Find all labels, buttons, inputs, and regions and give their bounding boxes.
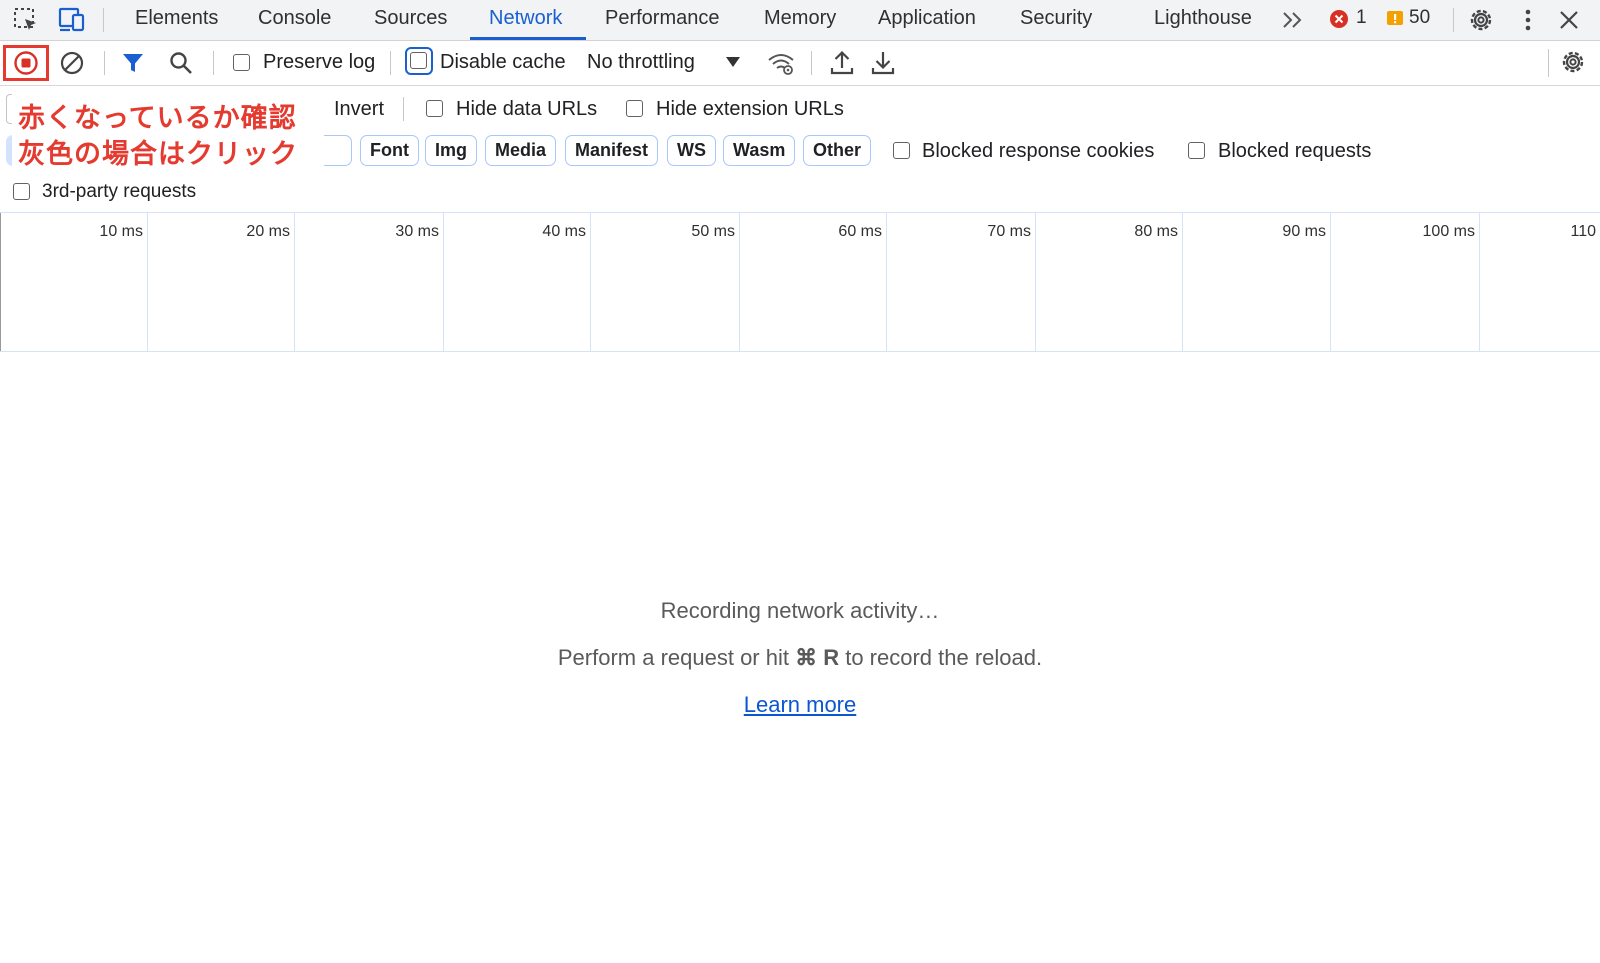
timeline-tick: [1479, 213, 1480, 351]
timeline-tick-label: 10 ms: [99, 223, 143, 240]
timeline-tick-label: 40 ms: [542, 223, 586, 240]
tab-security[interactable]: Security: [1020, 0, 1092, 40]
timeline-tick: [590, 213, 591, 351]
chip-other[interactable]: Other: [803, 135, 872, 166]
tab-memory[interactable]: Memory: [764, 0, 836, 40]
filter-icon[interactable]: [121, 51, 145, 75]
timeline-tick: [1035, 213, 1036, 351]
chip-ws[interactable]: WS: [667, 135, 716, 166]
timeline-tick-label: 100 ms: [1422, 223, 1475, 240]
chip-manifest[interactable]: Manifest: [565, 135, 659, 166]
disable-cache-checkbox[interactable]: [410, 52, 427, 69]
timeline-tick: [294, 213, 295, 351]
timeline-tick: [1182, 213, 1183, 351]
tab-application[interactable]: Application: [878, 0, 976, 40]
annotation-line-1: 赤くなっているか確認: [18, 103, 297, 133]
throttling-select[interactable]: No throttling: [587, 51, 695, 74]
invert-label[interactable]: Invert: [334, 98, 384, 121]
network-toolbar: Preserve log Disable cache No throttling: [0, 41, 1600, 86]
clear-icon[interactable]: [59, 50, 85, 76]
tab-network[interactable]: Network: [489, 0, 562, 40]
network-conditions-icon[interactable]: [766, 49, 796, 77]
network-settings-gear-icon[interactable]: [1558, 47, 1588, 77]
disable-cache-label: Disable cache: [440, 51, 566, 73]
timeline-tick: [1330, 213, 1331, 351]
empty-state-hint-text: Perform a request or hit: [557, 645, 796, 670]
inspect-element-icon[interactable]: [12, 6, 40, 34]
timeline-tick: [147, 213, 148, 351]
third-party-requests-label: 3rd-party requests: [42, 181, 197, 202]
preserve-log-checkbox[interactable]: [233, 54, 250, 71]
search-icon[interactable]: [168, 50, 194, 76]
tab-elements[interactable]: Elements: [135, 0, 218, 40]
reload-shortcut-key: ⌘ R: [795, 645, 840, 670]
device-toolbar-icon[interactable]: [58, 6, 88, 34]
blocked-requests-label: Blocked requests: [1218, 140, 1372, 162]
close-icon[interactable]: [1556, 7, 1582, 33]
tab-lighthouse[interactable]: Lighthouse: [1154, 0, 1252, 40]
timeline-tick: [0, 213, 1, 351]
settings-gear-icon[interactable]: [1466, 5, 1496, 35]
timeline-tick-label: 90 ms: [1282, 223, 1326, 240]
dropdown-arrow-icon[interactable]: [725, 56, 741, 68]
error-count[interactable]: 1: [1356, 0, 1367, 40]
devtools-tab-bar: Elements Console Sources Network Perform…: [0, 0, 1600, 41]
empty-state-hint-text-end: to record the reload.: [839, 645, 1043, 670]
active-tab-indicator: [470, 37, 586, 40]
timeline-tick-label: 30 ms: [395, 223, 439, 240]
tab-sources[interactable]: Sources: [374, 0, 447, 40]
import-har-upload-icon[interactable]: [829, 49, 855, 77]
learn-more-link[interactable]: Learn more: [744, 692, 857, 717]
timeline-tick-label: 20 ms: [246, 223, 290, 240]
export-har-download-icon[interactable]: [870, 49, 896, 77]
tab-console[interactable]: Console: [258, 0, 331, 40]
empty-state-hint: Perform a request or hit ⌘ R to record t…: [0, 645, 1600, 671]
hide-extension-urls-label: Hide extension URLs: [656, 98, 844, 120]
timeline-tick: [886, 213, 887, 351]
chip-wasm[interactable]: Wasm: [723, 135, 796, 166]
kebab-menu-icon[interactable]: [1518, 6, 1538, 34]
record-button[interactable]: [13, 50, 39, 76]
preserve-log-label: Preserve log: [263, 51, 376, 73]
empty-state-title: Recording network activity…: [660, 598, 940, 623]
chip-img[interactable]: Img: [425, 135, 478, 166]
timeline-tick-label: 60 ms: [838, 223, 882, 240]
blocked-response-cookies-checkbox[interactable]: [893, 142, 910, 159]
more-tabs-chevron-icon[interactable]: [1280, 8, 1306, 32]
blocked-response-cookies-label: Blocked response cookies: [922, 140, 1155, 162]
annotation-line-2: 灰色の場合はクリック: [18, 139, 298, 169]
hide-extension-urls-checkbox[interactable]: [626, 100, 643, 117]
warning-count[interactable]: 50: [1409, 0, 1430, 40]
timeline-tick-label: 50 ms: [691, 223, 735, 240]
timeline-overview[interactable]: 10 ms 20 ms 30 ms 40 ms 50 ms 60 ms 70 m…: [0, 212, 1600, 352]
hide-data-urls-checkbox[interactable]: [426, 100, 443, 117]
timeline-tick: [739, 213, 740, 351]
blocked-requests-checkbox[interactable]: [1188, 142, 1205, 159]
chip-media[interactable]: Media: [485, 135, 557, 166]
third-party-requests-checkbox[interactable]: [13, 183, 30, 200]
hide-data-urls-label: Hide data URLs: [456, 98, 598, 120]
timeline-tick-label: 70 ms: [987, 223, 1031, 240]
warning-icon[interactable]: [1386, 10, 1404, 28]
empty-state-link-row: Learn more: [0, 692, 1600, 718]
timeline-tick-label: 110: [1570, 223, 1596, 240]
timeline-tick: [443, 213, 444, 351]
tab-performance[interactable]: Performance: [605, 0, 720, 40]
timeline-tick-label: 80 ms: [1134, 223, 1178, 240]
chip-font[interactable]: Font: [360, 135, 419, 166]
error-icon[interactable]: [1329, 9, 1349, 29]
